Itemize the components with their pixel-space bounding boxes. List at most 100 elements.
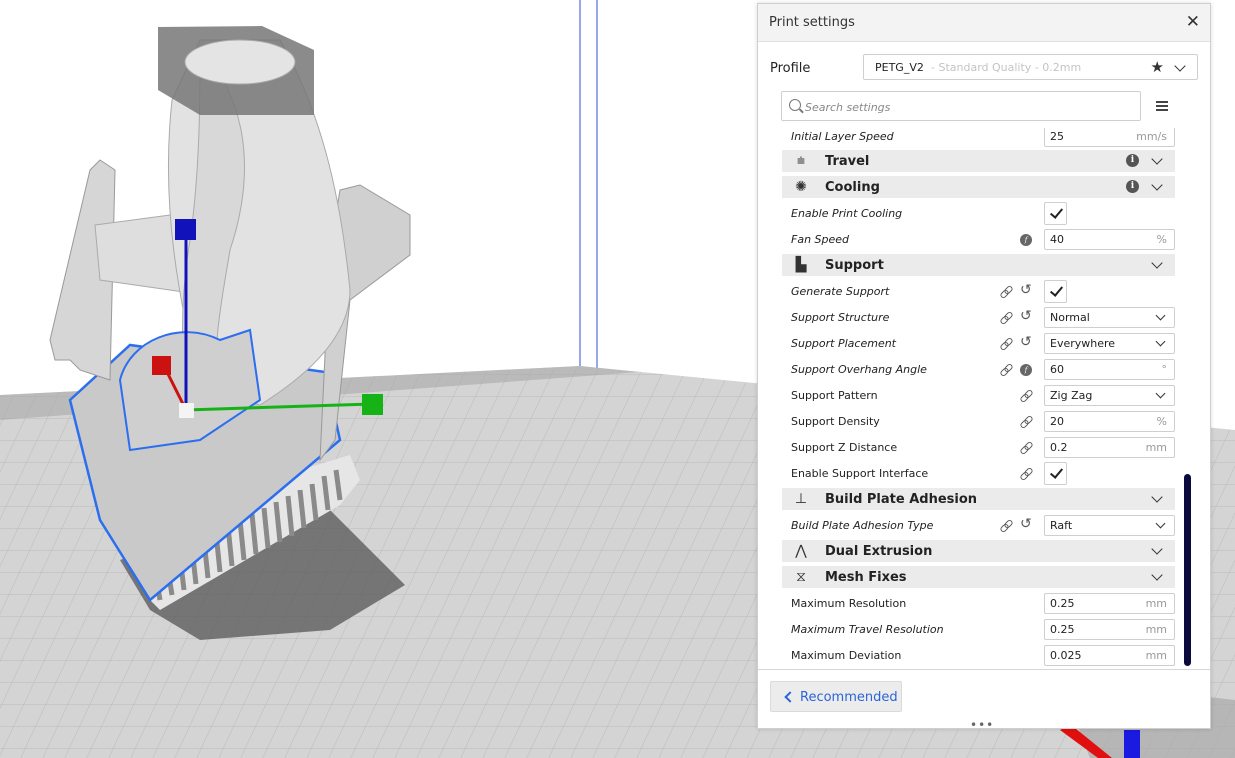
function-icon[interactable]: f: [1020, 364, 1032, 376]
setting-label: Support Structure: [791, 311, 890, 324]
recommended-label: Recommended: [800, 690, 898, 705]
axis-x-cube: [362, 394, 383, 415]
travel-icon: ⩧: [796, 153, 806, 169]
category-cooling[interactable]: ✺ Cooling i: [782, 176, 1175, 198]
dropdown[interactable]: Everywhere: [1044, 333, 1175, 354]
reset-icon[interactable]: ↺: [1020, 516, 1032, 532]
setting-label: Fan Speed: [791, 233, 850, 246]
dropdown[interactable]: Raft: [1044, 515, 1175, 536]
settings-list[interactable]: Initial Layer Speed 25 mm/s ⩧ Travel i ✺…: [758, 128, 1210, 668]
value-field[interactable]: 0.25 mm: [1044, 619, 1175, 640]
checkbox[interactable]: [1044, 462, 1067, 485]
reset-icon[interactable]: ↺: [1020, 308, 1032, 324]
value-text: 0.2: [1050, 441, 1068, 454]
setting-support-pattern: Support Pattern Zig Zag: [782, 384, 1175, 408]
unit-text: %: [1156, 233, 1167, 246]
category-label: Support: [825, 258, 884, 273]
chevron-down-icon: [1151, 491, 1163, 503]
category-travel[interactable]: ⩧ Travel i: [782, 150, 1175, 172]
dropdown[interactable]: Normal: [1044, 307, 1175, 328]
star-icon[interactable]: ★: [1151, 58, 1164, 76]
setting-label: Support Overhang Angle: [791, 363, 927, 376]
value-field[interactable]: 40 %: [1044, 229, 1175, 250]
setting-label: Maximum Deviation: [791, 649, 902, 662]
setting-support-density: Support Density 20 %: [782, 410, 1175, 434]
function-icon[interactable]: f: [1020, 234, 1032, 246]
value-text: 25: [1050, 130, 1064, 143]
dropdown-value: Zig Zag: [1050, 389, 1093, 402]
chevron-down-icon: [1151, 569, 1163, 581]
search-input[interactable]: [803, 96, 1137, 118]
profile-label: Profile: [770, 61, 811, 76]
value-field[interactable]: 60 °: [1044, 359, 1175, 380]
chevron-down-icon: [1151, 153, 1163, 165]
value-text: 0.025: [1050, 649, 1082, 662]
link-icon[interactable]: [1000, 285, 1013, 298]
category-build-plate-adhesion[interactable]: ⊥ Build Plate Adhesion: [782, 488, 1175, 510]
chevron-left-icon: [784, 691, 796, 703]
setting-label: Maximum Travel Resolution: [791, 623, 944, 636]
category-mesh-fixes[interactable]: ⧖ Mesh Fixes: [782, 566, 1175, 588]
category-dual-extrusion[interactable]: ⋀ Dual Extrusion: [782, 540, 1175, 562]
unit-text: mm: [1145, 441, 1167, 454]
checkbox[interactable]: [1044, 280, 1067, 303]
dropdown-value: Normal: [1050, 311, 1090, 324]
link-icon[interactable]: [1000, 519, 1013, 532]
origin-axis-z: [1124, 730, 1140, 758]
chevron-down-icon: [1155, 518, 1166, 529]
value-field[interactable]: 0.025 mm: [1044, 645, 1175, 666]
profile-select[interactable]: PETG_V2 - Standard Quality - 0.2mm ★: [863, 54, 1198, 80]
value-text: 60: [1050, 363, 1064, 376]
setting-support-structure: Support Structure ↺ Normal: [782, 306, 1175, 330]
value-text: 20: [1050, 415, 1064, 428]
search-box[interactable]: [781, 91, 1141, 121]
recommended-button[interactable]: Recommended: [770, 681, 902, 712]
category-label: Mesh Fixes: [825, 570, 907, 585]
chevron-down-icon: [1151, 257, 1163, 269]
link-icon[interactable]: [1000, 337, 1013, 350]
print-settings-panel: Print settings ✕ Profile PETG_V2 - Stand…: [757, 3, 1211, 732]
chevron-down-icon: [1174, 60, 1186, 72]
reset-icon[interactable]: ↺: [1020, 334, 1032, 350]
dropdown[interactable]: Zig Zag: [1044, 385, 1175, 406]
unit-text: mm: [1145, 597, 1167, 610]
link-icon[interactable]: [1020, 467, 1033, 480]
setting-maximum-travel-resolution: Maximum Travel Resolution 0.25 mm: [782, 618, 1175, 642]
panel-header: Print settings ✕: [758, 4, 1210, 42]
resize-handle[interactable]: •••: [970, 718, 994, 732]
unit-text: mm: [1145, 623, 1167, 636]
setting-label: Support Density: [791, 415, 880, 428]
close-icon[interactable]: ✕: [1186, 12, 1200, 32]
link-icon[interactable]: [1000, 311, 1013, 324]
chevron-down-icon: [1155, 336, 1166, 347]
divider: [758, 669, 1210, 670]
cooling-fan-icon: ✺: [795, 179, 807, 195]
value-field[interactable]: 25 mm/s: [1044, 128, 1175, 147]
dropdown-value: Everywhere: [1050, 337, 1116, 350]
setting-enable-print-cooling: Enable Print Cooling: [782, 202, 1175, 226]
chevron-down-icon: [1151, 179, 1163, 191]
setting-support-z-distance: Support Z Distance 0.2 mm: [782, 436, 1175, 460]
value-field[interactable]: 0.2 mm: [1044, 437, 1175, 458]
category-support[interactable]: ▙ Support: [782, 254, 1175, 276]
dual-extrusion-icon: ⋀: [795, 543, 807, 559]
link-icon[interactable]: [1020, 415, 1033, 428]
link-icon[interactable]: [1020, 389, 1033, 402]
chevron-down-icon: [1151, 543, 1163, 555]
info-icon[interactable]: i: [1126, 154, 1139, 167]
scrollbar[interactable]: [1184, 474, 1191, 666]
setting-label: Initial Layer Speed: [791, 130, 894, 143]
build-plate-icon: ⊥: [794, 491, 808, 507]
reset-icon[interactable]: ↺: [1020, 282, 1032, 298]
value-text: 0.25: [1050, 597, 1075, 610]
menu-icon[interactable]: [1156, 101, 1168, 111]
link-icon[interactable]: [1000, 363, 1013, 376]
category-label: Cooling: [825, 180, 880, 195]
setting-label: Maximum Resolution: [791, 597, 907, 610]
value-field[interactable]: 20 %: [1044, 411, 1175, 432]
info-icon[interactable]: i: [1126, 180, 1139, 193]
value-field[interactable]: 0.25 mm: [1044, 593, 1175, 614]
checkbox[interactable]: [1044, 202, 1067, 225]
profile-quality: - Standard Quality - 0.2mm: [931, 61, 1082, 74]
link-icon[interactable]: [1020, 441, 1033, 454]
